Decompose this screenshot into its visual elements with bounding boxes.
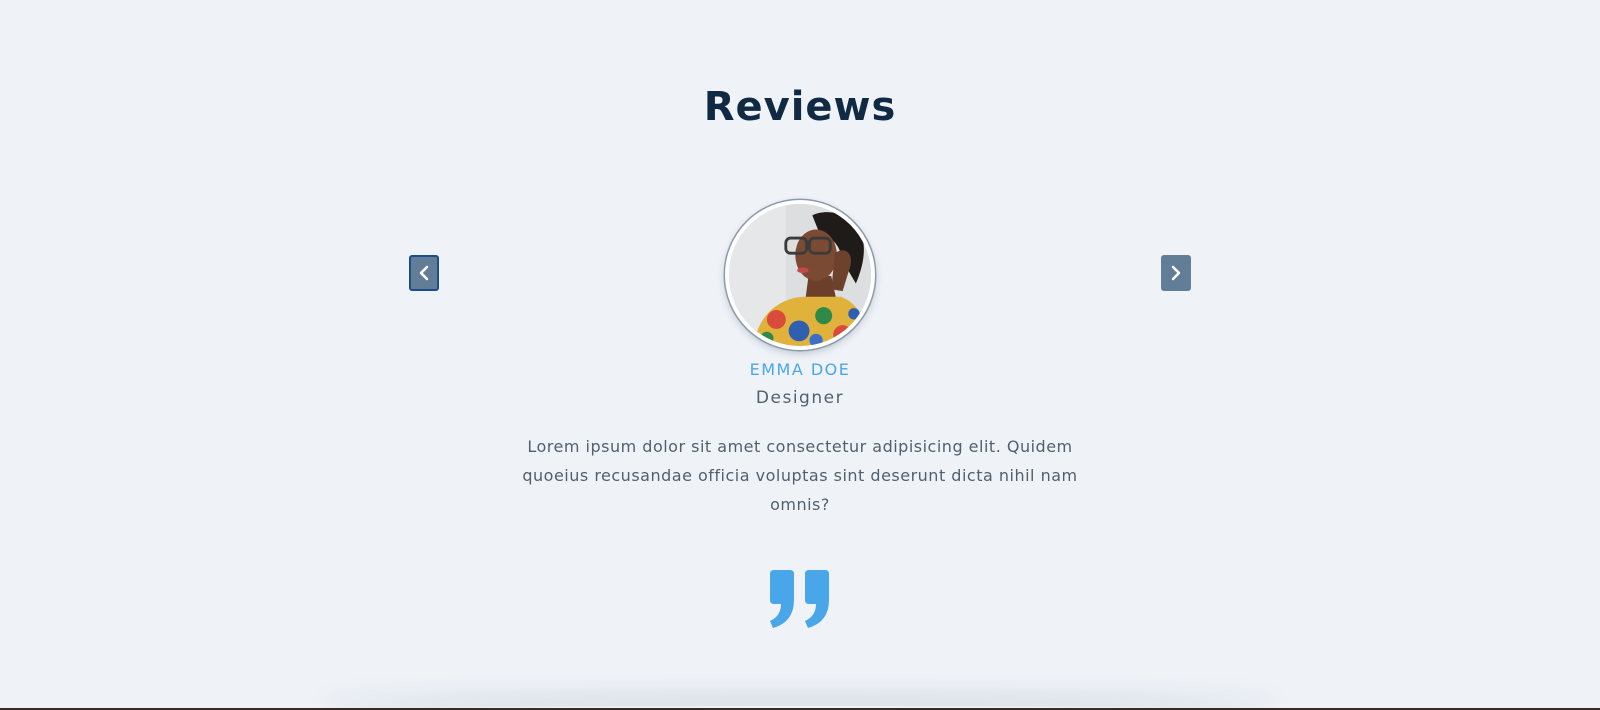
chevron-right-icon <box>1171 265 1181 281</box>
chevron-left-icon <box>419 265 429 281</box>
section-title: Reviews <box>703 84 897 130</box>
prev-review-button[interactable] <box>409 255 439 291</box>
reviewer-name: EMMA DOE <box>749 360 851 379</box>
reviewer-job: Designer <box>755 388 845 408</box>
next-review-button[interactable] <box>1161 255 1191 291</box>
card-shadow <box>320 706 1280 708</box>
review-text: Lorem ipsum dolor sit amet consectetur a… <box>522 437 1078 514</box>
quote-right-icon <box>767 570 833 628</box>
reviews-page: Reviews EMMA DOE Designer Lorem ipsum do… <box>0 0 1600 708</box>
avatar <box>725 200 875 350</box>
person-photo-avatar <box>729 204 871 346</box>
